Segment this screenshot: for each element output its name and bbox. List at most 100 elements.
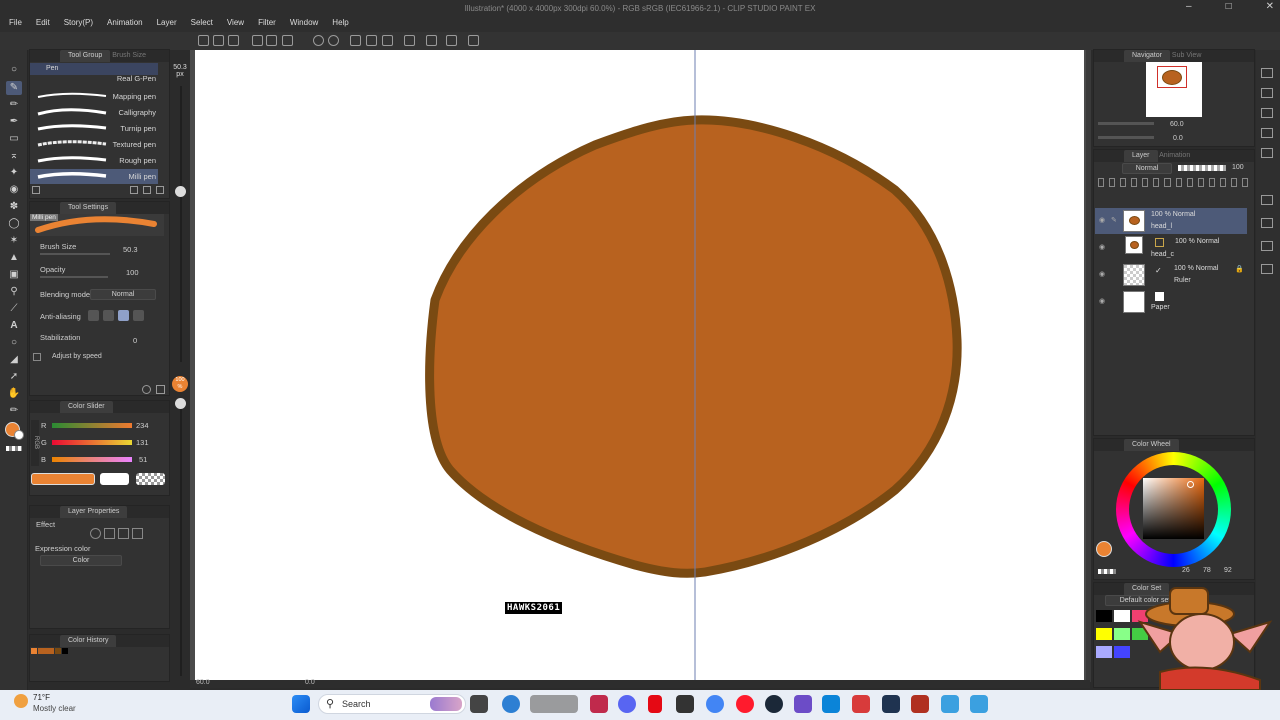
tone-effect-icon[interactable] [104,528,115,539]
brush-item-calligraphy[interactable]: Calligraphy [30,105,158,120]
visibility-eye-icon[interactable]: ◉ [1099,216,1109,224]
zoom-readout[interactable]: 60.0 [196,679,210,686]
color-set-swatch[interactable] [1096,646,1112,658]
reset-settings-icon[interactable] [142,385,151,394]
brush-tool-icon[interactable]: ✒ [6,115,22,129]
weather-icon[interactable] [14,694,28,708]
menu-edit[interactable]: Edit [27,16,55,32]
layer-opacity-value[interactable]: 100 [1232,164,1244,171]
tab-animation[interactable]: Animation [1159,152,1190,159]
history-swatch[interactable] [31,648,37,654]
menu-layer[interactable]: Layer [148,16,182,32]
grid-icon[interactable] [468,35,479,46]
layer-panel-title[interactable]: Layer [1124,150,1158,162]
dock-icon[interactable] [1261,68,1273,78]
visibility-eye-icon[interactable]: ◉ [1099,243,1109,251]
app-icon[interactable] [911,695,929,713]
brush-size-value[interactable]: 50.3 [123,245,138,254]
opacity-slider-track[interactable] [180,408,182,676]
expression-color-dropdown[interactable]: Color [40,555,122,566]
color-set-swatch[interactable] [1114,610,1130,622]
lock-transparency-icon[interactable] [1142,178,1149,187]
sub-color-swatch[interactable] [14,430,24,440]
color-set-swatch[interactable] [1096,628,1112,640]
visibility-eye-icon[interactable]: ◉ [1099,297,1109,305]
text-tool-icon[interactable]: A [6,319,22,333]
merge-icon[interactable] [1219,178,1226,187]
color-mode-tab[interactable]: RGB [31,420,39,466]
aa-none-option[interactable] [88,310,99,321]
aa-weak-option[interactable] [103,310,114,321]
task-view-icon[interactable] [470,695,488,713]
stabilization-value[interactable]: 0 [133,336,137,345]
menu-window[interactable]: Window [281,16,323,32]
color-picker-handle[interactable] [1187,481,1194,488]
canvas-scrollbar-vertical[interactable] [1086,50,1091,682]
hsv-h-value[interactable]: 26 [1182,567,1190,574]
navigator-rotate-slider[interactable] [1098,136,1154,139]
operation-tool-icon[interactable]: ➚ [6,370,22,384]
snap-icon[interactable] [446,35,457,46]
navigator-zoom-value[interactable]: 60.0 [1170,121,1184,128]
weather-temp[interactable]: 71°F [33,693,50,702]
netflix-icon[interactable] [648,695,662,713]
hsv-s-value[interactable]: 78 [1203,567,1211,574]
r-value[interactable]: 234 [136,421,149,430]
brush-size-slider-track[interactable] [180,86,182,362]
effect-more-icon[interactable] [132,528,143,539]
redo-icon[interactable] [328,35,339,46]
affinity-icon[interactable] [590,695,608,713]
transparent-color-bar[interactable] [136,473,165,485]
fill-tool-icon[interactable]: ◉ [6,183,22,197]
menu-view[interactable]: View [218,16,249,32]
wheel-main-color[interactable] [1096,541,1112,557]
save-icon[interactable] [282,35,293,46]
color-set-swatch[interactable] [1114,646,1130,658]
ruler-layer-icon[interactable] [1164,178,1171,187]
aa-medium-option[interactable] [118,310,129,321]
delete-subtool-icon[interactable] [156,186,164,194]
eraser-tool-icon[interactable]: ▭ [6,132,22,146]
duplicate-subtool-icon[interactable] [143,186,151,194]
hsv-v-value[interactable]: 92 [1224,567,1232,574]
bucket-tool-icon[interactable]: ▲ [6,251,22,265]
menu-help[interactable]: Help [323,16,353,32]
wheel-transparent-color[interactable] [1098,569,1116,574]
menu-story[interactable]: Story(P) [55,16,98,32]
dock-icon[interactable] [1261,195,1273,205]
sub-color-bar[interactable] [100,473,129,485]
brush-item-textured-pen[interactable]: Textured pen [30,137,158,152]
open-file-icon[interactable] [266,35,277,46]
adjust-by-speed-checkbox[interactable] [33,353,41,361]
fill-icon[interactable] [366,35,377,46]
clip-layer-icon[interactable] [1098,178,1105,187]
visibility-eye-icon[interactable]: ◉ [1099,270,1109,278]
navigator-angle-value[interactable]: 0.0 [1173,135,1183,142]
b-value[interactable]: 51 [139,455,147,464]
canvas[interactable] [195,50,1084,682]
layer-row-paper[interactable]: ◉ Paper [1095,289,1247,315]
menu-icon[interactable] [198,35,209,46]
airbrush-tool-icon[interactable]: ⌅ [6,149,22,163]
new-canvas-icon[interactable] [213,35,224,46]
app-icon[interactable] [882,695,900,713]
transfer-icon[interactable] [1208,178,1215,187]
dock-icon[interactable] [1261,128,1273,138]
tool-property-icon[interactable] [156,385,165,394]
minimize-button[interactable]: – [1186,1,1192,12]
maximize-button[interactable]: □ [1226,1,1232,12]
app-icon[interactable] [852,695,870,713]
brush-item-mapping-pen[interactable]: Mapping pen [30,89,158,104]
blending-mode-dropdown[interactable]: Normal [90,289,156,300]
b-slider[interactable] [52,457,132,462]
clip-studio-icon[interactable] [970,695,988,713]
magic-wand-icon[interactable]: ✶ [6,234,22,248]
opera-icon[interactable] [736,695,754,713]
navigator-preview[interactable] [1146,62,1202,117]
opacity-slider-handle[interactable] [175,398,186,409]
mask-icon[interactable] [1153,178,1160,187]
navigator-title[interactable]: Navigator [1124,50,1170,62]
weather-desc[interactable]: Mostly clear [33,704,76,713]
settings-icon[interactable] [228,35,239,46]
layer-row-ruler[interactable]: ◉ ✓ 100 % Normal Ruler 🔒 [1095,262,1247,288]
